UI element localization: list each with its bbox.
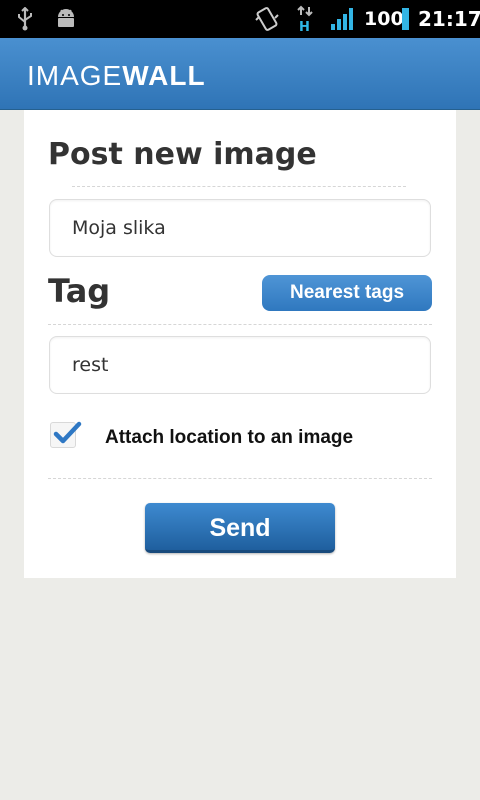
divider [48, 478, 432, 479]
android-debug-icon [55, 7, 77, 36]
clock: 21:17 [418, 7, 480, 31]
page-title: Post new image [48, 137, 317, 172]
battery-icon [402, 8, 410, 35]
divider [72, 186, 406, 187]
tag-label: Tag [48, 272, 111, 310]
vibrate-icon [254, 6, 280, 37]
signal-icon [331, 8, 355, 35]
nearest-tags-button[interactable]: Nearest tags [262, 275, 432, 311]
battery-level: 100 [364, 8, 404, 30]
usb-icon [16, 6, 34, 36]
checkmark-icon [53, 421, 82, 444]
send-button[interactable]: Send [145, 503, 335, 553]
app-logo: IMAGEWALL [27, 60, 206, 92]
hspa-data-icon: H [296, 5, 314, 38]
app-header: IMAGEWALL [0, 38, 480, 110]
logo-bold-text: WALL [122, 60, 206, 91]
logo-light-text: IMAGE [27, 60, 123, 91]
attach-location-label[interactable]: Attach location to an image [105, 427, 353, 449]
svg-text:H: H [299, 20, 310, 33]
status-bar: H 100 21:17 [0, 0, 480, 38]
attach-location-checkbox[interactable] [50, 421, 82, 448]
image-name-input[interactable]: Moja slika [49, 199, 431, 257]
tag-input[interactable]: rest [49, 336, 431, 394]
divider [48, 324, 432, 325]
